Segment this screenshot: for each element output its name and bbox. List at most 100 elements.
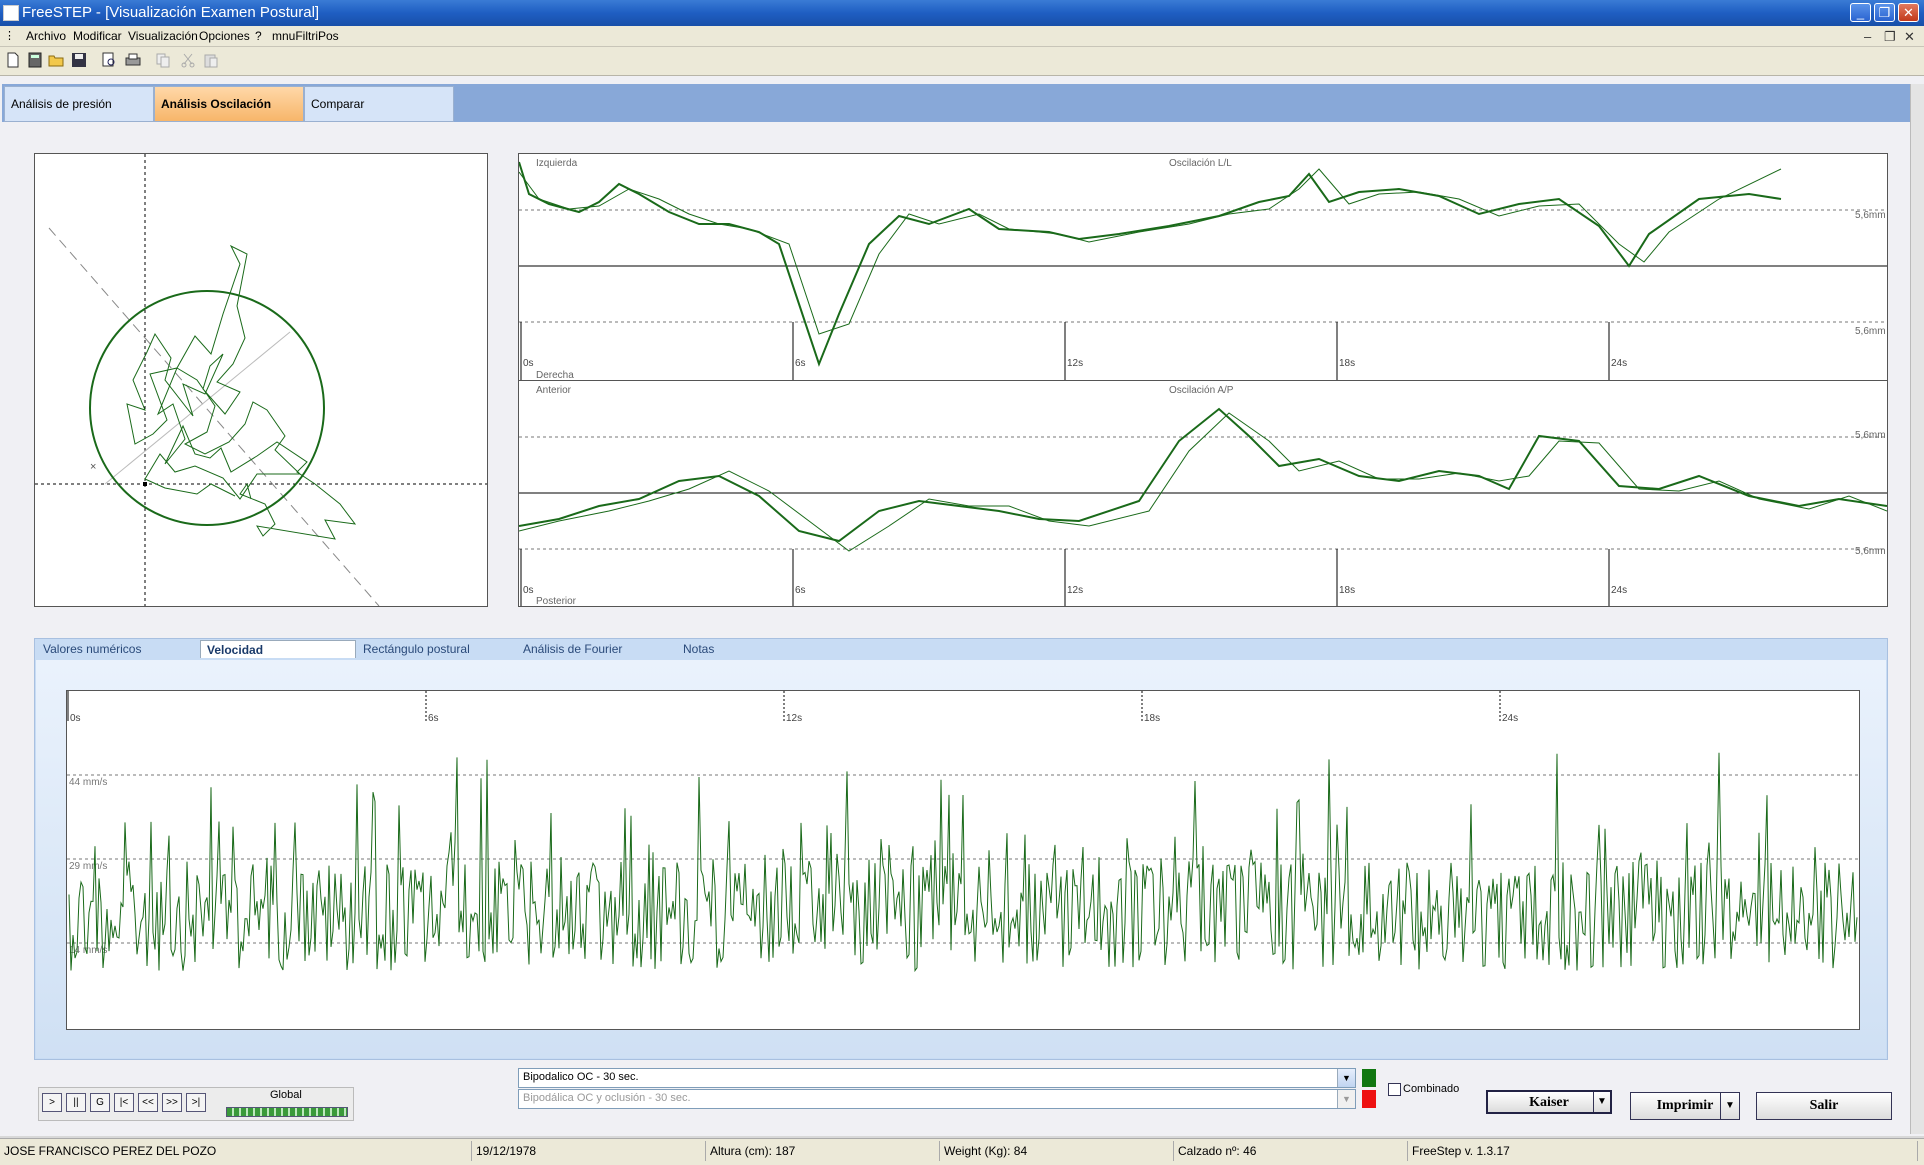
window-title: FreeSTEP - [Visualización Examen Postura…: [22, 4, 320, 21]
ap-tick-6: 6s: [795, 585, 806, 596]
status-dob: 19/12/1978: [472, 1141, 706, 1161]
ll-tick-18: 18s: [1339, 358, 1355, 369]
ll-scale-top: 5,6mm: [1855, 210, 1886, 221]
ll-oscillation-panel: Izquierda Derecha Oscilación L/L 5,6mm 5…: [518, 153, 1888, 381]
exam2-select[interactable]: Bipodálica OC y oclusión - 30 sec. ▼: [518, 1089, 1356, 1109]
ap-scale-top: 5,6mm: [1855, 430, 1886, 441]
ll-tick-12: 12s: [1067, 358, 1083, 369]
menu-modificar[interactable]: Modificar: [73, 29, 122, 43]
ll-trace-2: [518, 168, 1782, 335]
calculator-icon[interactable]: [27, 52, 43, 68]
rewind-button[interactable]: <<: [138, 1093, 158, 1112]
velocity-trace: [68, 752, 1858, 973]
status-version: FreeStep v. 1.3.17: [1408, 1141, 1918, 1161]
vel-tick-24: 24s: [1502, 713, 1518, 724]
ll-scale-bottom: 5,6mm: [1855, 326, 1886, 337]
chevron-down-icon[interactable]: ▼: [1720, 1093, 1739, 1119]
new-file-icon[interactable]: [5, 52, 21, 68]
paste-icon[interactable]: [203, 52, 219, 68]
ap-bottom-label: Posterior: [536, 596, 577, 606]
combinado-checkbox[interactable]: [1388, 1083, 1401, 1096]
progress-slider[interactable]: [226, 1107, 348, 1117]
vel-tick-18: 18s: [1144, 713, 1160, 724]
print-icon[interactable]: [125, 52, 141, 68]
menu-help[interactable]: ?: [255, 29, 262, 43]
ap-tick-0: 0s: [523, 585, 534, 596]
filter-select[interactable]: Kaiser ▼: [1486, 1090, 1612, 1114]
menu-opciones[interactable]: Opciones: [199, 29, 250, 43]
menu-filtripos[interactable]: mnuFiltriPos: [272, 29, 339, 43]
save-icon[interactable]: [71, 52, 87, 68]
statokinesigram-plot: ×: [35, 154, 487, 607]
tab-valores-numericos[interactable]: Valores numéricos: [37, 640, 197, 658]
ll-top-label: Izquierda: [536, 158, 578, 169]
chevron-down-icon[interactable]: ▼: [1593, 1092, 1610, 1112]
velocity-panel: 0s 6s 12s 18s 24s 44 mm/s 29 mm/s 14 mm/…: [66, 690, 1860, 1030]
tab-rectangulo-postural[interactable]: Rectángulo postural: [357, 640, 517, 658]
cut-icon[interactable]: [180, 52, 196, 68]
vel-level-44: 44 mm/s: [69, 777, 107, 788]
tab-analisis-oscilacion[interactable]: Análisis Oscilación: [154, 86, 304, 122]
tab-notas[interactable]: Notas: [677, 640, 837, 658]
tab-comparar[interactable]: Comparar: [304, 86, 454, 122]
print-button[interactable]: Imprimir ▼: [1630, 1092, 1740, 1120]
ap-oscillation-panel: Anterior Posterior Oscilación A/P 5,6mm …: [518, 380, 1888, 607]
ap-scale-bottom: 5,6mm: [1855, 546, 1886, 557]
tab-analisis-fourier[interactable]: Análisis de Fourier: [517, 640, 677, 658]
mdi-restore-icon[interactable]: ❐: [1884, 29, 1896, 45]
ll-oscillation-chart: Izquierda Derecha Oscilación L/L 5,6mm 5…: [518, 158, 1887, 381]
print-preview-icon[interactable]: [101, 52, 117, 68]
ellipse-marker: ×: [90, 461, 96, 473]
ll-bottom-label: Derecha: [536, 370, 574, 380]
tab-velocidad[interactable]: Velocidad: [200, 640, 356, 658]
status-height: Altura (cm): 187: [706, 1141, 940, 1161]
exit-button[interactable]: Salir: [1756, 1092, 1892, 1120]
forward-button[interactable]: >>: [162, 1093, 182, 1112]
print-label: Imprimir: [1656, 1098, 1714, 1113]
toolbar: [0, 47, 1924, 76]
ellipse-minor-axis: [104, 331, 291, 485]
vel-tick-0: 0s: [70, 713, 81, 724]
vel-tick-12: 12s: [786, 713, 802, 724]
ellipse-major-axis: [48, 227, 380, 607]
mdi-close-icon[interactable]: ✕: [1904, 29, 1915, 45]
first-button[interactable]: |<: [114, 1093, 134, 1112]
copy-icon[interactable]: [155, 52, 171, 68]
center-marker: [143, 482, 147, 486]
chevron-down-icon[interactable]: ▼: [1337, 1069, 1355, 1087]
ap-chart-title: Oscilación A/P: [1169, 385, 1234, 396]
ll-tick-24: 24s: [1611, 358, 1627, 369]
chevron-down-icon[interactable]: ▼: [1337, 1090, 1355, 1108]
close-icon[interactable]: ✕: [1898, 3, 1919, 22]
cop-path: [126, 244, 357, 540]
status-weight: Weight (Kg): 84: [940, 1141, 1174, 1161]
open-folder-icon[interactable]: [48, 52, 64, 68]
exam1-value: Bipodalico OC - 30 sec.: [523, 1071, 639, 1083]
confidence-ellipse: [89, 290, 325, 526]
pause-button[interactable]: ||: [66, 1093, 86, 1112]
statokinesigram-panel: ×: [34, 153, 488, 607]
menu-bar: ⋮ Archivo Modificar Visualización Opcion…: [0, 26, 1924, 47]
minimize-icon[interactable]: _: [1850, 3, 1871, 22]
vertical-scrollbar[interactable]: [1910, 84, 1924, 1134]
exam2-value: Bipodálica OC y oclusión - 30 sec.: [523, 1092, 691, 1104]
last-button[interactable]: >|: [186, 1093, 206, 1112]
menu-archivo[interactable]: Archivo: [26, 29, 66, 43]
mdi-doc-icon[interactable]: ⋮: [4, 29, 15, 42]
global-button[interactable]: G: [90, 1093, 110, 1112]
status-shoe: Calzado nº: 46: [1174, 1141, 1408, 1161]
mdi-minimize-icon[interactable]: –: [1864, 29, 1871, 44]
exam2-color-swatch[interactable]: [1362, 1090, 1376, 1108]
menu-visualizacion[interactable]: Visualización: [128, 29, 198, 43]
ap-oscillation-chart: Anterior Posterior Oscilación A/P 5,6mm …: [518, 385, 1888, 607]
ap-tick-24: 24s: [1611, 585, 1627, 596]
ll-tick-6: 6s: [795, 358, 806, 369]
exam1-color-swatch[interactable]: [1362, 1069, 1376, 1087]
tab-analisis-presion[interactable]: Análisis de presión: [4, 86, 154, 122]
exam1-select[interactable]: Bipodalico OC - 30 sec. ▼: [518, 1068, 1356, 1088]
vel-level-29: 29 mm/s: [69, 861, 107, 872]
title-bar: FreeSTEP - [Visualización Examen Postura…: [0, 0, 1924, 26]
restore-icon[interactable]: ❐: [1874, 3, 1895, 22]
status-patient-name: JOSE FRANCISCO PEREZ DEL POZO: [0, 1141, 472, 1161]
play-button[interactable]: >: [42, 1093, 62, 1112]
